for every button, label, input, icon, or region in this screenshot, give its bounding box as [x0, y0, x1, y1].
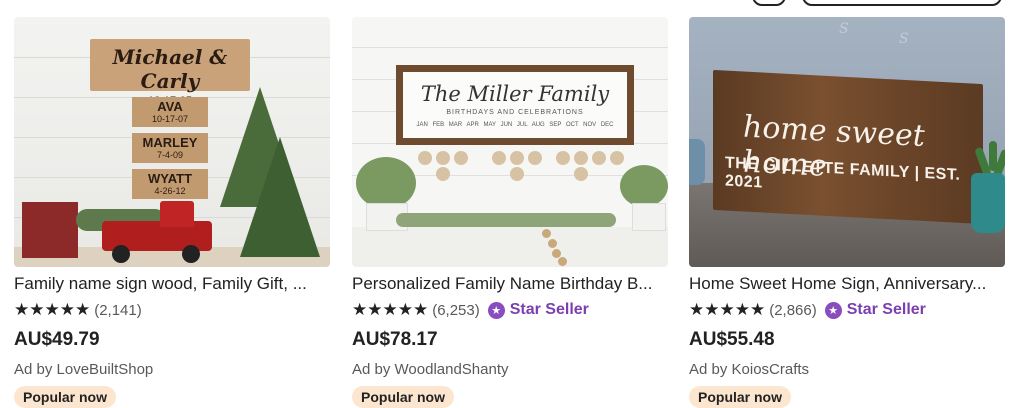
rating-row: ★★★★★ (2,141) — [14, 299, 330, 321]
plaque: WYATT 4-26-12 — [132, 169, 208, 199]
listing-card[interactable]: The Miller Family BIRTHDAYS AND CELEBRAT… — [352, 17, 668, 408]
listing-image[interactable]: The Miller Family BIRTHDAYS AND CELEBRAT… — [352, 17, 668, 267]
family-sign: Michael & Carly 12-17-05 — [90, 39, 250, 107]
popular-now-badge: Popular now — [14, 386, 116, 408]
popular-now-badge: Popular now — [352, 386, 454, 408]
plaque: AVA 10-17-07 — [132, 97, 208, 127]
listing-image[interactable]: S S home sweet home THE GILLETTE FAMILY … — [689, 17, 1005, 267]
listing-image[interactable]: Michael & Carly 12-17-05 AVA 10-17-07 MA… — [14, 17, 330, 267]
rating-row: ★★★★★ (6,253) ★ Star Seller — [352, 299, 668, 321]
star-seller: ★ Star Seller — [487, 301, 589, 319]
listing-title[interactable]: Home Sweet Home Sign, Anniversary... — [689, 274, 1005, 294]
top-control-partial[interactable] — [752, 0, 786, 6]
ad-shop-label[interactable]: Ad by WoodlandShanty — [352, 361, 668, 378]
listing-title[interactable]: Personalized Family Name Birthday B... — [352, 274, 668, 294]
popular-now-badge: Popular now — [689, 386, 791, 408]
plant-decor — [356, 157, 416, 209]
vase-decor — [971, 173, 1005, 233]
price: AU$49.79 — [14, 329, 100, 350]
listing-title[interactable]: Family name sign wood, Family Gift, ... — [14, 274, 330, 294]
star-seller-badge-icon: ★ — [487, 301, 505, 319]
home-sweet-home-sign: home sweet home THE GILLETTE FAMILY | ES… — [713, 69, 983, 225]
tree-decor — [240, 137, 320, 257]
family-frame: The Miller Family BIRTHDAYS AND CELEBRAT… — [396, 65, 634, 145]
wall-script-decor: S — [839, 21, 849, 37]
star-rating-icon: ★★★★★ — [14, 300, 91, 319]
garland-decor — [396, 213, 616, 227]
star-seller-badge-icon: ★ — [824, 301, 842, 319]
ad-shop-label[interactable]: Ad by KoiosCrafts — [689, 361, 1005, 378]
top-button-partial[interactable] — [802, 0, 1002, 6]
star-rating-icon: ★★★★★ — [689, 300, 766, 319]
price: AU$78.17 — [352, 329, 438, 350]
ad-shop-label[interactable]: Ad by LoveBuiltShop — [14, 361, 330, 378]
star-seller: ★ Star Seller — [824, 301, 926, 319]
rating-row: ★★★★★ (2,866) ★ Star Seller — [689, 299, 1005, 321]
star-rating-icon: ★★★★★ — [352, 300, 429, 319]
listing-card[interactable]: Michael & Carly 12-17-05 AVA 10-17-07 MA… — [14, 17, 330, 408]
plant-decor — [620, 165, 668, 207]
wall-script-decor: S — [899, 31, 909, 47]
price: AU$55.48 — [689, 329, 775, 350]
gift-box-decor — [22, 202, 78, 258]
review-count: (6,253) — [432, 301, 480, 319]
review-count: (2,141) — [94, 301, 142, 319]
glass-orb-decor — [689, 139, 705, 185]
listing-card[interactable]: S S home sweet home THE GILLETTE FAMILY … — [689, 17, 1005, 408]
review-count: (2,866) — [769, 301, 817, 319]
plaque: MARLEY 7-4-09 — [132, 133, 208, 163]
